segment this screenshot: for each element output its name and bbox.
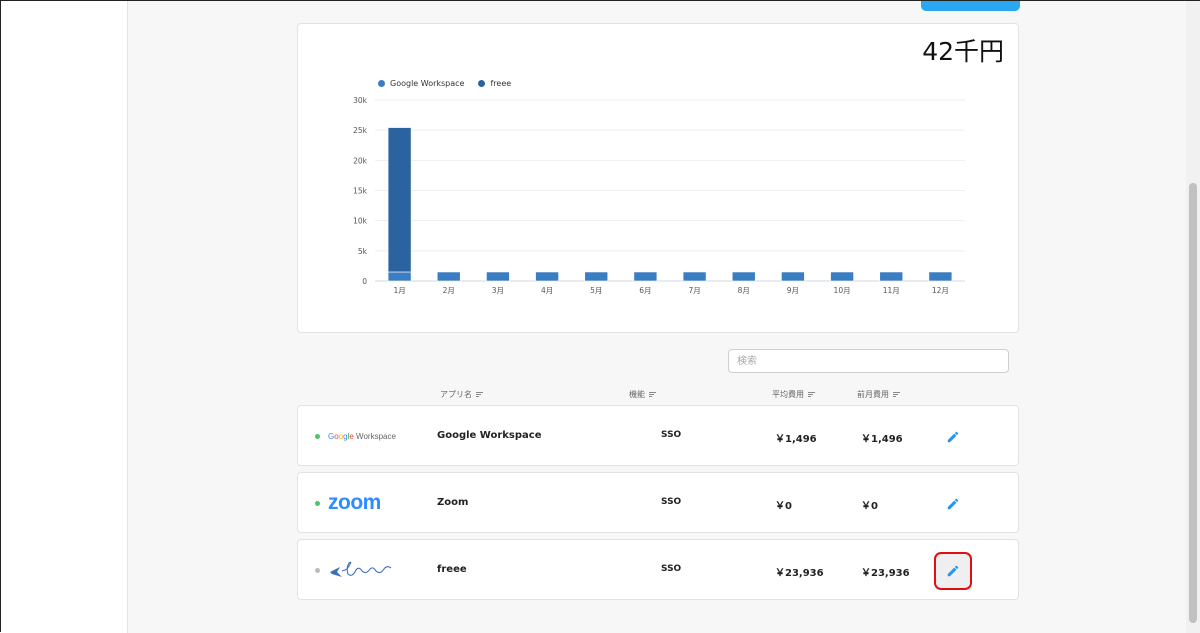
zoom-logo: zoom	[328, 489, 398, 517]
status-dot-icon	[315, 501, 320, 506]
edit-button[interactable]	[936, 420, 970, 454]
bar-google-workspace[interactable]	[830, 271, 854, 282]
bar-google-workspace[interactable]	[584, 271, 609, 282]
y-tick-label: 25k	[353, 126, 368, 135]
column-header-prev-cost[interactable]: 前月費用	[857, 389, 900, 400]
bar-google-workspace[interactable]	[486, 271, 510, 282]
bar-google-workspace[interactable]	[436, 271, 461, 282]
column-header-app[interactable]: アプリ名	[440, 389, 483, 400]
bar-google-workspace[interactable]	[633, 271, 658, 282]
prev-cost: ￥1,496	[861, 434, 903, 445]
avg-cost: ￥23,936	[775, 568, 824, 579]
y-tick-label: 10k	[353, 217, 368, 226]
feature: SSO	[661, 430, 682, 440]
edit-button[interactable]	[936, 554, 970, 588]
x-tick-label: 3月	[492, 286, 504, 295]
search-input[interactable]	[728, 349, 1009, 373]
column-header-avg-cost[interactable]: 平均費用	[772, 389, 815, 400]
column-header-feature[interactable]: 機能	[629, 389, 656, 400]
pencil-icon	[947, 431, 959, 443]
column-header-label: 機能	[629, 390, 645, 399]
pencil-icon	[947, 498, 959, 510]
bar-google-workspace[interactable]	[387, 271, 412, 282]
top-action-button[interactable]	[921, 1, 1020, 11]
scrollbar[interactable]	[1186, 1, 1200, 633]
avg-cost: ￥1,496	[775, 434, 817, 445]
x-tick-label: 1月	[393, 286, 405, 295]
column-header-label: 前月費用	[857, 390, 889, 399]
y-tick-label: 30k	[353, 96, 368, 105]
table-row[interactable]: freee SSO ￥23,936 ￥23,936	[297, 539, 1019, 600]
x-tick-label: 2月	[443, 286, 455, 295]
y-tick-label: 5k	[358, 247, 368, 256]
sort-icon	[893, 391, 900, 398]
y-tick-label: 0	[362, 277, 367, 286]
x-tick-label: 7月	[688, 286, 700, 295]
bar-google-workspace[interactable]	[535, 271, 559, 282]
x-tick-label: 6月	[639, 286, 651, 295]
sort-icon	[476, 391, 483, 398]
feature: SSO	[661, 497, 682, 507]
freee-bird-icon	[330, 561, 392, 577]
edit-button[interactable]	[936, 487, 970, 521]
feature: SSO	[661, 564, 682, 574]
bar-chart: 0 5k 10k 15k 20k 25k 30k 1月 2月 3月 4月 5月 6月 7月 8月 9月 10月 1…	[353, 96, 965, 295]
bar-google-workspace[interactable]	[731, 271, 756, 282]
app-name: Zoom	[437, 497, 469, 508]
pencil-icon	[947, 565, 959, 577]
bar-google-workspace[interactable]	[928, 271, 953, 282]
sort-icon	[808, 391, 815, 398]
x-tick-label: 10月	[834, 286, 851, 295]
avg-cost: ￥0	[775, 501, 792, 512]
x-tick-label: 5月	[590, 286, 602, 295]
left-sidebar	[1, 1, 128, 633]
bar-freee[interactable]	[387, 127, 412, 273]
y-tick-label: 20k	[353, 156, 368, 165]
bar-google-workspace[interactable]	[879, 271, 904, 282]
google-workspace-logo: Google Workspace	[328, 422, 398, 450]
x-tick-label: 12月	[932, 286, 949, 295]
x-tick-label: 11月	[883, 286, 900, 295]
x-tick-label: 9月	[787, 286, 799, 295]
logo-text: zoom	[328, 491, 381, 514]
scrollbar-thumb[interactable]	[1189, 183, 1197, 623]
x-tick-label: 4月	[541, 286, 553, 295]
prev-cost: ￥23,936	[861, 568, 910, 579]
y-tick-label: 15k	[353, 187, 368, 196]
app-name: Google Workspace	[437, 430, 542, 441]
prev-cost: ￥0	[861, 501, 878, 512]
bar-google-workspace[interactable]	[781, 271, 805, 282]
app-name: freee	[437, 564, 467, 575]
table-row[interactable]: Google Workspace Google Workspace SSO ￥1…	[297, 405, 1019, 466]
table-row[interactable]: zoom Zoom SSO ￥0 ￥0	[297, 472, 1019, 533]
column-header-label: 平均費用	[772, 390, 804, 399]
sort-icon	[649, 391, 656, 398]
freee-logo	[328, 556, 398, 584]
bar-google-workspace[interactable]	[682, 271, 707, 282]
column-header-label: アプリ名	[440, 390, 472, 399]
status-dot-icon	[315, 434, 320, 439]
cost-chart-card: 42千円 Google Workspace freee 0 5k 10k 15k 20k…	[297, 23, 1019, 333]
x-tick-label: 8月	[738, 286, 750, 295]
logo-text: Google Workspace	[328, 431, 396, 441]
status-dot-icon	[315, 568, 320, 573]
